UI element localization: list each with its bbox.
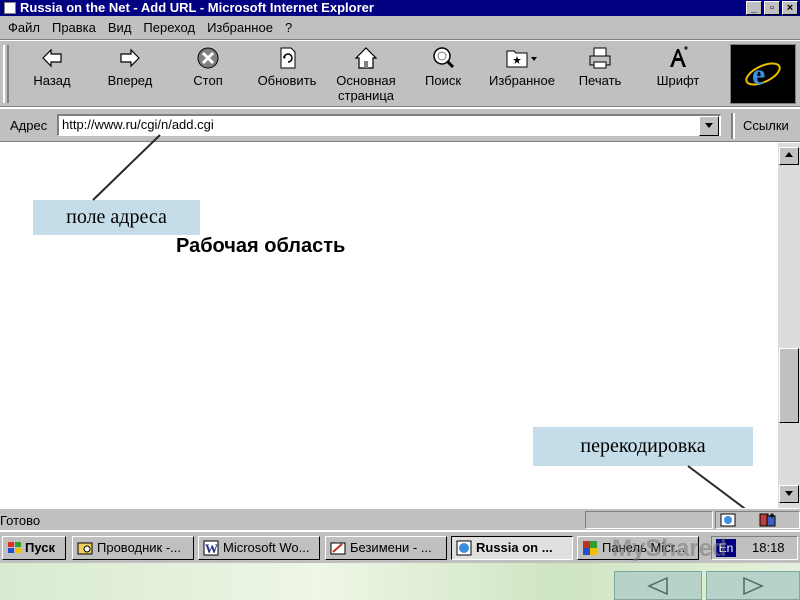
- arrow-up-icon: [785, 152, 793, 157]
- favorites-label: Избранное: [489, 73, 555, 88]
- refresh-button[interactable]: Обновить: [252, 45, 322, 88]
- stop-label: Стоп: [193, 73, 223, 88]
- font-label: Шрифт: [656, 73, 700, 88]
- close-button[interactable]: ×: [782, 1, 798, 15]
- title-bar: Russia on the Net - Add URL - Microsoft …: [0, 0, 800, 16]
- forward-arrow-icon: [120, 48, 140, 68]
- task-paint-label: Безимени - ...: [350, 540, 432, 555]
- print-label: Печать: [578, 73, 622, 88]
- task-ie-label: Russia on ...: [476, 540, 553, 555]
- status-pane-zone: [715, 511, 800, 529]
- control-panel-icon: [583, 541, 597, 555]
- status-text: Готово: [0, 513, 41, 528]
- menu-favorites[interactable]: Избранное: [201, 20, 279, 35]
- task-word[interactable]: W Microsoft Wo...: [198, 536, 320, 560]
- forward-button[interactable]: Вперед: [100, 45, 160, 88]
- menu-bar: Файл Правка Вид Переход Избранное ?: [0, 16, 800, 40]
- maximize-button[interactable]: ▫: [764, 1, 780, 15]
- start-label: Пуск: [25, 540, 55, 555]
- prev-slide-button[interactable]: [614, 571, 702, 600]
- scroll-thumb[interactable]: [779, 348, 799, 423]
- ie-task-icon: [456, 540, 472, 556]
- search-icon: [433, 47, 455, 69]
- vertical-scrollbar[interactable]: [778, 143, 800, 508]
- encoding-icon[interactable]: [758, 512, 778, 528]
- encoding-callout: перекодировка: [533, 427, 753, 466]
- address-input[interactable]: http://www.ru/cgi/n/add.cgi: [57, 114, 721, 136]
- minimize-button[interactable]: _: [746, 1, 762, 15]
- arrow-down-icon: [785, 491, 793, 496]
- scroll-up-button[interactable]: [779, 147, 799, 165]
- start-button[interactable]: Пуск: [2, 536, 66, 560]
- status-bar: Готово: [0, 508, 800, 530]
- printer-icon: [589, 47, 611, 69]
- word-icon: W: [203, 540, 219, 556]
- status-pane-progress: [585, 511, 713, 529]
- ie-throbber-logo: e: [730, 44, 796, 104]
- explorer-icon: [77, 542, 93, 555]
- ie-app-icon[interactable]: [4, 2, 16, 14]
- menu-edit[interactable]: Правка: [46, 20, 102, 35]
- forward-label: Вперед: [107, 73, 153, 88]
- print-button[interactable]: Печать: [572, 45, 628, 88]
- window-title: Russia on the Net - Add URL - Microsoft …: [20, 0, 374, 15]
- home-label-line1: Основная: [336, 73, 396, 88]
- home-icon: [354, 47, 378, 69]
- menu-go[interactable]: Переход: [137, 20, 201, 35]
- home-label-line2: страница: [337, 88, 395, 103]
- links-button[interactable]: Ссылки: [743, 118, 789, 133]
- home-button[interactable]: Основная страница: [330, 45, 402, 103]
- task-word-label: Microsoft Wo...: [223, 540, 310, 555]
- clock[interactable]: 18:18: [752, 540, 785, 555]
- page-heading: Рабочая область: [176, 235, 346, 257]
- triangle-right-icon: [743, 576, 764, 595]
- refresh-label: Обновить: [257, 73, 317, 88]
- back-button[interactable]: Назад: [24, 45, 80, 88]
- address-bar: Адрес http://www.ru/cgi/n/add.cgi Ссылки: [0, 108, 800, 142]
- links-separator[interactable]: [731, 113, 735, 139]
- address-field-callout: поле адреса: [33, 200, 200, 235]
- stop-icon: [197, 47, 219, 69]
- favorites-folder-icon: [506, 50, 537, 68]
- toolbar: Назад Вперед Стоп Обновить Основная стра…: [0, 40, 800, 107]
- svg-text:W: W: [205, 541, 218, 556]
- zone-icon: [720, 513, 736, 527]
- menu-file[interactable]: Файл: [2, 20, 46, 35]
- back-label: Назад: [33, 73, 71, 88]
- watermark-text: MyShared: [612, 535, 727, 562]
- favorites-button[interactable]: Избранное: [482, 45, 562, 88]
- back-arrow-icon: [42, 48, 62, 68]
- windows-logo-icon: [8, 542, 21, 553]
- paint-icon: [330, 542, 346, 555]
- address-dropdown-button[interactable]: [699, 116, 719, 136]
- font-button[interactable]: Шрифт: [650, 45, 706, 88]
- refresh-icon: [280, 47, 296, 69]
- ie-logo-icon: e: [745, 58, 781, 91]
- toolbar-grip[interactable]: [3, 45, 9, 103]
- chevron-down-icon: [705, 123, 713, 128]
- triangle-left-icon: [647, 576, 668, 595]
- search-button[interactable]: Поиск: [416, 45, 470, 88]
- search-label: Поиск: [424, 73, 462, 88]
- menu-help[interactable]: ?: [279, 20, 298, 35]
- task-explorer[interactable]: Проводник -...: [72, 536, 194, 560]
- font-icon: [670, 46, 688, 67]
- scroll-down-button[interactable]: [779, 485, 799, 503]
- svg-text:e: e: [752, 58, 765, 91]
- task-ie[interactable]: Russia on ...: [451, 536, 573, 560]
- menu-view[interactable]: Вид: [102, 20, 138, 35]
- next-slide-button[interactable]: [706, 571, 800, 600]
- task-paint[interactable]: Безимени - ...: [325, 536, 447, 560]
- stop-button[interactable]: Стоп: [182, 45, 234, 88]
- address-label: Адрес: [10, 118, 48, 133]
- task-explorer-label: Проводник -...: [97, 540, 181, 555]
